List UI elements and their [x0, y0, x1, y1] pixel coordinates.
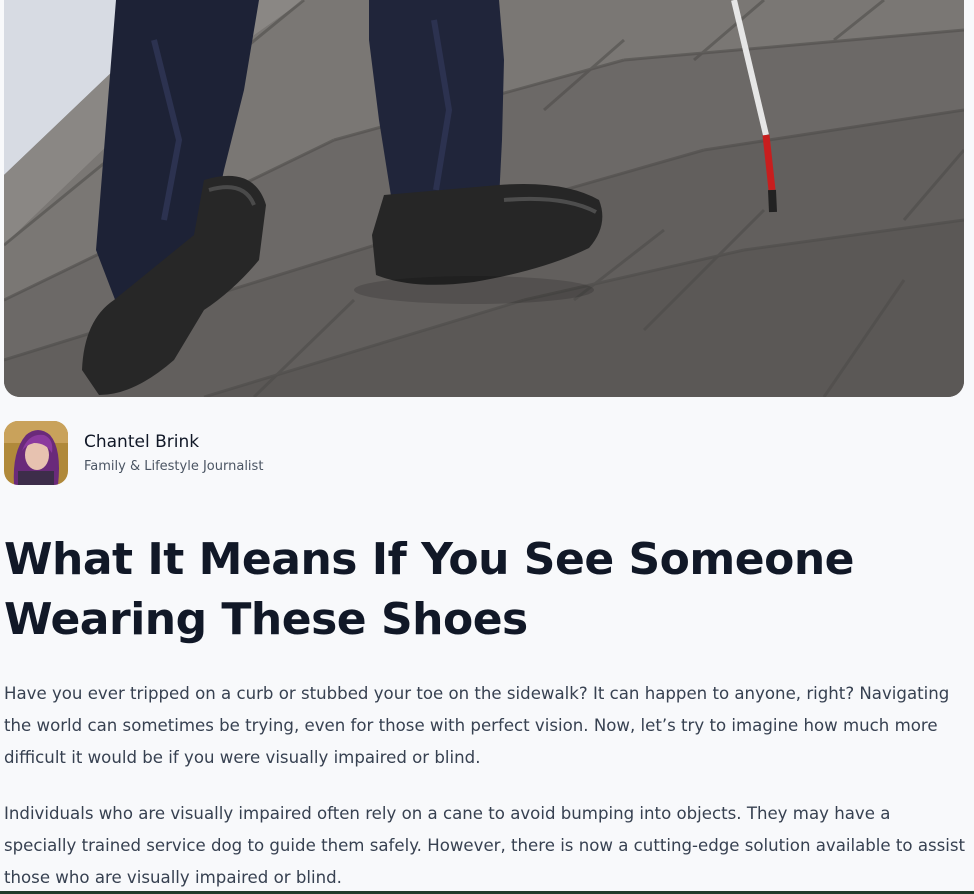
article-title: What It Means If You See Someone Wearing…	[4, 534, 855, 645]
article-paragraph: Have you ever tripped on a curb or stubb…	[4, 684, 950, 767]
author-meta: Chantel Brink Family & Lifestyle Journal…	[84, 431, 263, 475]
article-body: Have you ever tripped on a curb or stubb…	[4, 678, 966, 894]
hero-image	[4, 0, 964, 397]
article-paragraph: Individuals who are visually impaired of…	[4, 804, 966, 887]
article-page: Chantel Brink Family & Lifestyle Journal…	[0, 0, 974, 894]
author-byline: Chantel Brink Family & Lifestyle Journal…	[4, 421, 263, 485]
author-avatar[interactable]	[4, 421, 68, 485]
author-role: Family & Lifestyle Journalist	[84, 459, 264, 474]
author-name[interactable]: Chantel Brink	[84, 431, 263, 453]
